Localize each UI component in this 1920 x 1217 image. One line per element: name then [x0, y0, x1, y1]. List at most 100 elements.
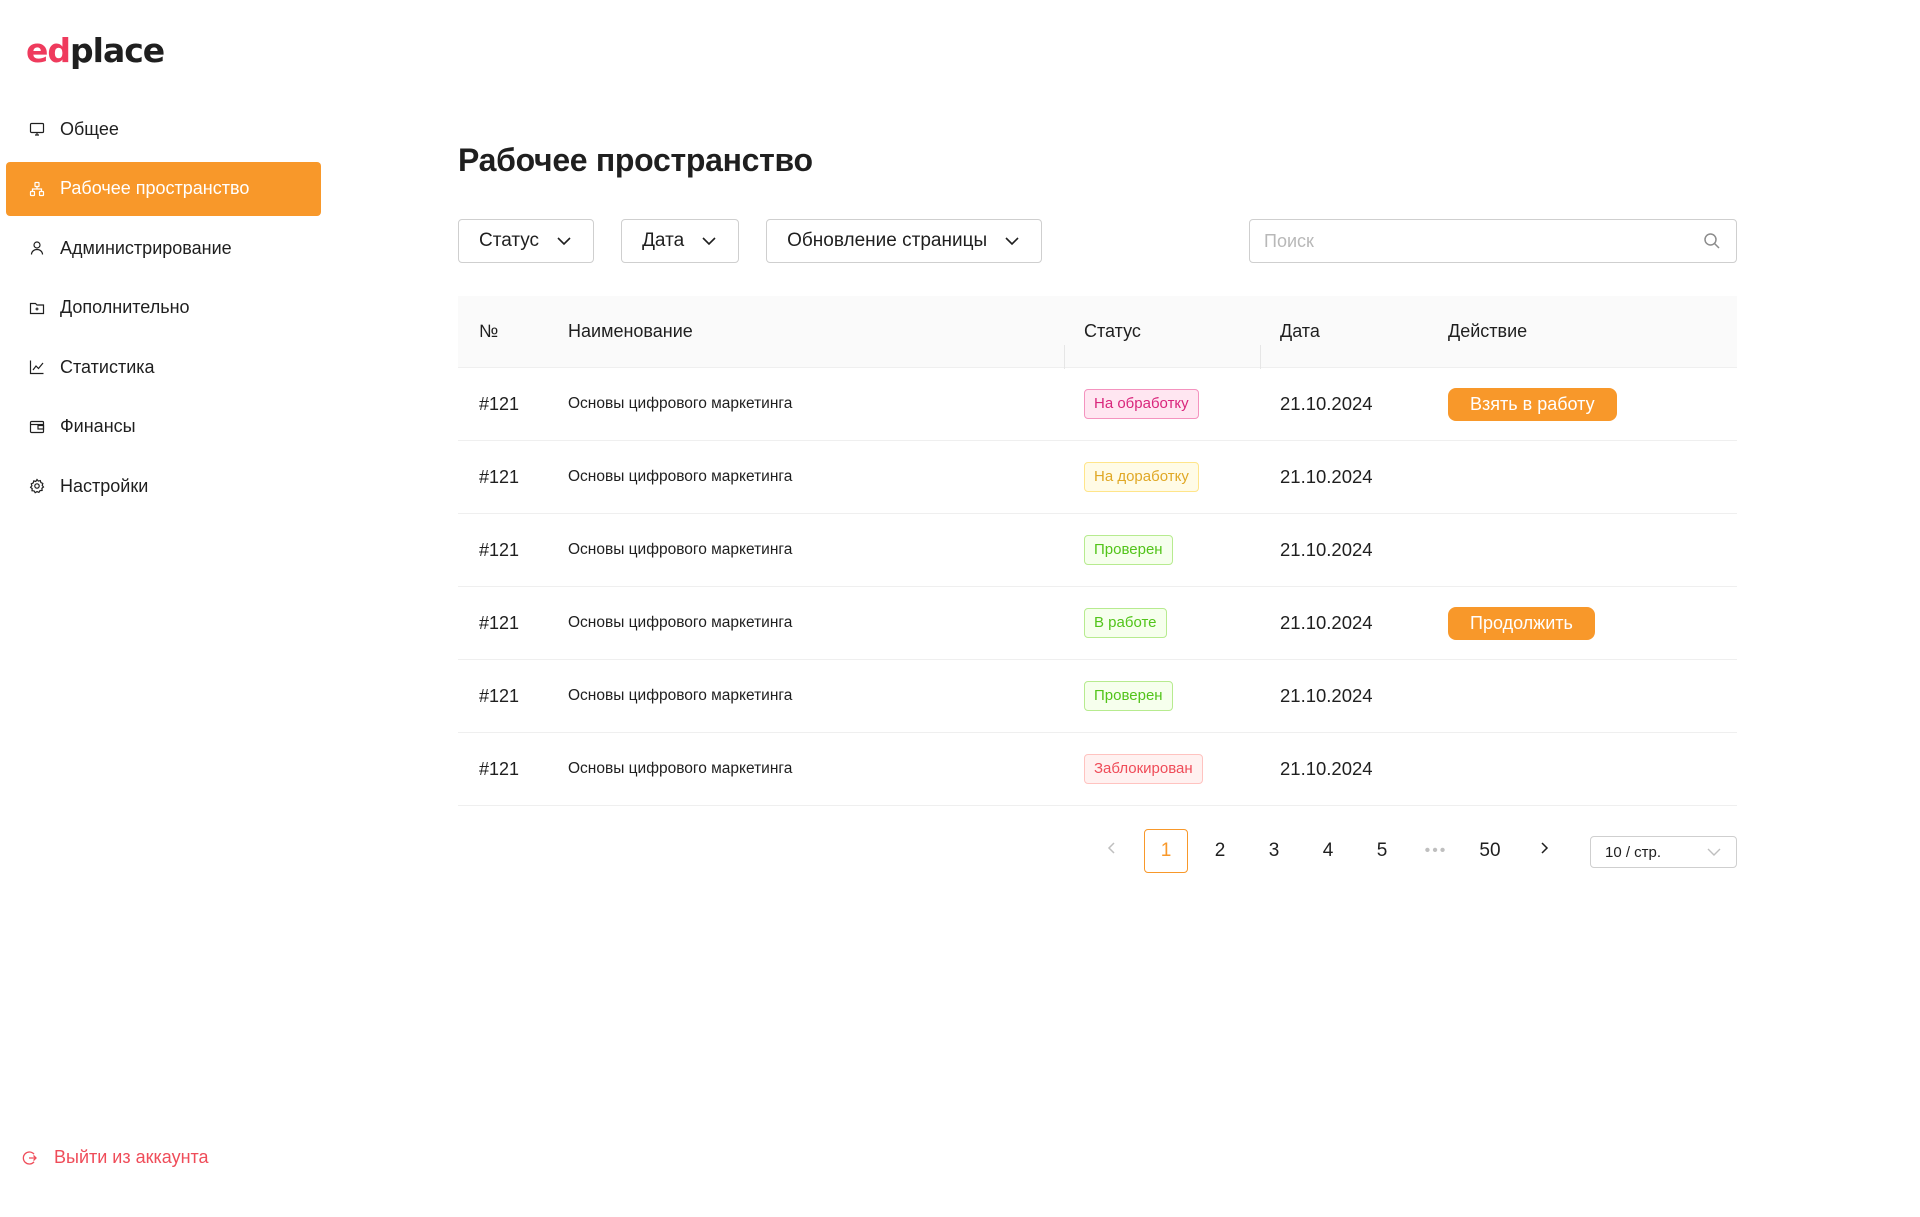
- status-badge: В работе: [1084, 608, 1167, 638]
- search-icon[interactable]: [1702, 231, 1722, 251]
- column-header-date-label: Дата: [1280, 321, 1320, 341]
- sidebar-item-statistics[interactable]: Статистика: [6, 340, 321, 394]
- chevron-right-icon: [1536, 840, 1552, 862]
- search-box: [1249, 219, 1737, 263]
- sidebar-item-label: Настройки: [60, 475, 149, 496]
- column-header-date: Дата: [1260, 321, 1448, 369]
- column-header-name: Наименование: [568, 321, 693, 341]
- row-action-cell: Взять в работу: [1448, 387, 1737, 421]
- status-filter-label: Статус: [479, 230, 540, 251]
- row-date: 21.10.2024: [1280, 393, 1373, 414]
- sidebar-item-settings[interactable]: Настройки: [6, 459, 321, 513]
- page-button-last[interactable]: 50: [1468, 829, 1512, 873]
- row-number: #121: [479, 466, 520, 487]
- sidebar-item-administration[interactable]: Администрирование: [6, 221, 321, 275]
- row-date: 21.10.2024: [1280, 539, 1373, 560]
- page-button-1[interactable]: 1: [1144, 829, 1188, 873]
- row-name: Основы цифрового маркетинга: [568, 468, 793, 485]
- row-number: #121: [479, 685, 520, 706]
- sidebar-item-general[interactable]: Общее: [6, 102, 321, 156]
- user-icon: [28, 239, 46, 257]
- table-header: № Наименование Статус Дата Действие: [458, 296, 1737, 369]
- status-badge: На обработку: [1084, 389, 1199, 419]
- status-badge: На доработку: [1084, 462, 1199, 492]
- row-name: Основы цифрового маркетинга: [568, 687, 793, 704]
- row-status-cell: На обработку: [1064, 389, 1260, 419]
- logout-icon: [22, 1149, 40, 1167]
- row-number: #121: [479, 539, 520, 560]
- status-filter-dropdown[interactable]: Статус: [458, 219, 595, 263]
- take-to-work-button[interactable]: Взять в работу: [1448, 387, 1617, 421]
- chevron-down-icon: [1706, 844, 1722, 860]
- page-button-5[interactable]: 5: [1360, 829, 1404, 873]
- sidebar-item-label: Рабочее пространство: [60, 178, 250, 198]
- logout-link[interactable]: Выйти из аккаунта: [22, 1147, 209, 1168]
- table-row: #121 Основы цифрового маркетинга Провере…: [458, 514, 1737, 587]
- prev-page-button[interactable]: [1090, 829, 1134, 873]
- sidebar-item-label: Дополнительно: [60, 297, 190, 317]
- table-row: #121 Основы цифрового маркетинга Заблоки…: [458, 733, 1737, 806]
- logout-label: Выйти из аккаунта: [54, 1147, 209, 1167]
- row-name: Основы цифрового маркетинга: [568, 395, 793, 412]
- row-status-cell: В работе: [1064, 608, 1260, 638]
- refresh-filter-dropdown[interactable]: Обновление страницы: [766, 219, 1043, 263]
- row-date: 21.10.2024: [1280, 685, 1373, 706]
- sidebar-item-additional[interactable]: Дополнительно: [6, 281, 321, 335]
- line-chart-icon: [28, 358, 46, 376]
- network-icon: [28, 180, 46, 198]
- column-header-no: №: [479, 321, 499, 341]
- page-button-3[interactable]: 3: [1252, 829, 1296, 873]
- filter-bar: Статус Дата Обновление страницы: [458, 219, 1069, 263]
- pagination: 1 2 3 4 5 ••• 50: [1090, 829, 1576, 873]
- column-divider: [1260, 345, 1261, 369]
- sidebar-item-finance[interactable]: Финансы: [6, 400, 321, 454]
- logo-part-ed: ed: [26, 30, 71, 70]
- monitor-icon: [28, 120, 46, 138]
- row-number: #121: [479, 612, 520, 633]
- page-size-select[interactable]: 10 / стр.: [1590, 836, 1737, 868]
- row-number: #121: [479, 758, 520, 779]
- sidebar-item-label: Администрирование: [60, 237, 232, 258]
- sidebar-item-label: Финансы: [60, 416, 136, 436]
- date-filter-label: Дата: [642, 230, 685, 251]
- edplace-logo[interactable]: ed place: [26, 28, 165, 72]
- table-row: #121 Основы цифрового маркетинга Провере…: [458, 660, 1737, 733]
- chevron-down-icon: [555, 232, 573, 250]
- status-badge: Проверен: [1084, 535, 1173, 565]
- row-name: Основы цифрового маркетинга: [568, 614, 793, 631]
- status-badge: Проверен: [1084, 681, 1173, 711]
- row-status-cell: Проверен: [1064, 535, 1260, 565]
- date-filter-dropdown[interactable]: Дата: [621, 219, 740, 263]
- sidebar-item-workspace[interactable]: Рабочее пространство: [6, 161, 321, 216]
- page-ellipsis[interactable]: •••: [1414, 829, 1458, 873]
- search-input[interactable]: [1264, 230, 1702, 252]
- column-header-status: Статус: [1064, 321, 1260, 369]
- row-name: Основы цифрового маркетинга: [568, 760, 793, 777]
- row-status-cell: Заблокирован: [1064, 754, 1260, 784]
- column-header-status-label: Статус: [1084, 321, 1141, 341]
- table-row: #121 Основы цифрового маркетинга На обра…: [458, 368, 1737, 441]
- page-button-4[interactable]: 4: [1306, 829, 1350, 873]
- row-status-cell: На доработку: [1064, 462, 1260, 492]
- page-size-value: 10 / стр.: [1605, 843, 1662, 861]
- chevron-down-icon: [1003, 232, 1021, 250]
- status-badge: Заблокирован: [1084, 754, 1203, 784]
- next-page-button[interactable]: [1522, 829, 1566, 873]
- table-row: #121 Основы цифрового маркетинга В работ…: [458, 587, 1737, 660]
- sidebar-item-label: Общее: [60, 118, 119, 139]
- column-header-action: Действие: [1448, 321, 1528, 341]
- sidebar: ed place Общее Рабочее пространство Админ…: [0, 0, 330, 1217]
- row-number: #121: [479, 393, 520, 414]
- row-name: Основы цифрового маркетинга: [568, 541, 793, 558]
- refresh-filter-label: Обновление страницы: [787, 230, 988, 251]
- continue-button[interactable]: Продолжить: [1448, 606, 1595, 640]
- row-status-cell: Проверен: [1064, 681, 1260, 711]
- row-action-cell: Продолжить: [1448, 606, 1737, 640]
- row-date: 21.10.2024: [1280, 612, 1373, 633]
- table-row: #121 Основы цифрового маркетинга На дора…: [458, 441, 1737, 514]
- logo-part-place: place: [70, 30, 165, 70]
- page-title: Рабочее пространство: [458, 142, 813, 178]
- page-button-2[interactable]: 2: [1198, 829, 1242, 873]
- row-date: 21.10.2024: [1280, 466, 1373, 487]
- sidebar-nav: Общее Рабочее пространство Администриров…: [6, 102, 321, 519]
